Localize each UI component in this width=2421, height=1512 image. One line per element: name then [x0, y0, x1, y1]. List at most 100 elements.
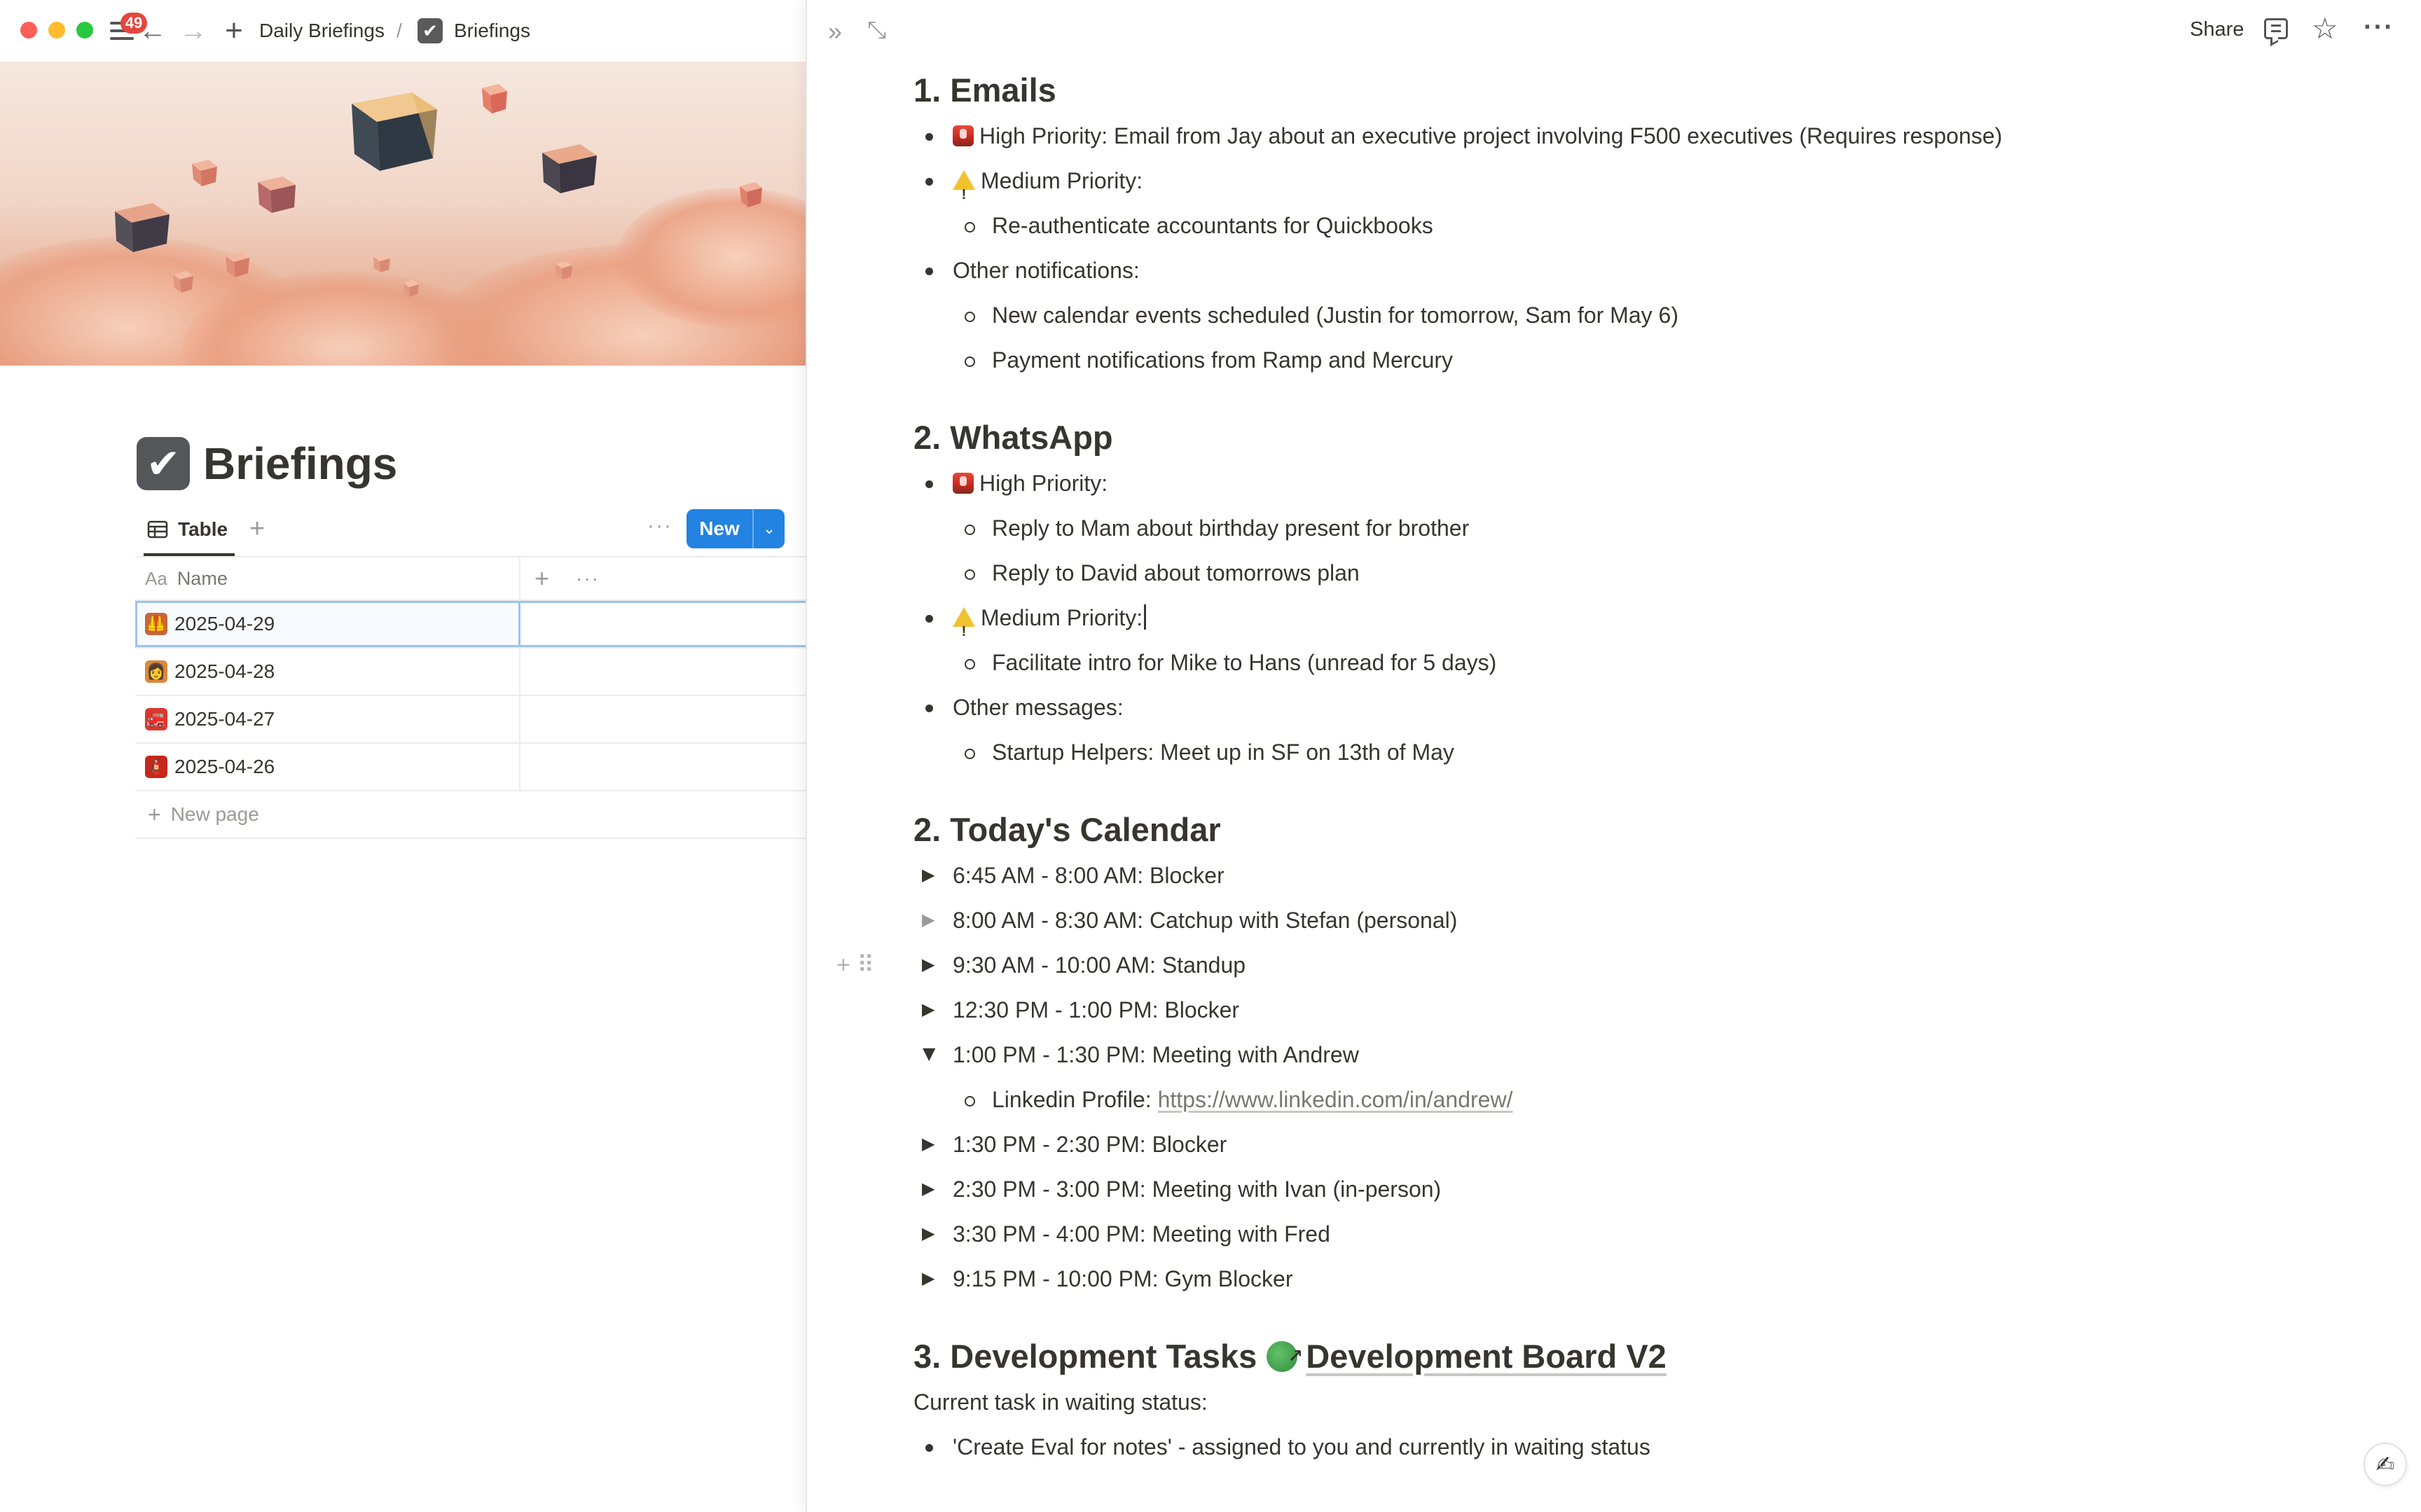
- toggle-arrow-icon[interactable]: ▶: [907, 1048, 952, 1061]
- vest-icon: 🦺: [145, 613, 167, 635]
- new-entry-button[interactable]: New ⌄: [687, 509, 785, 548]
- board-link-icon: [1267, 1333, 1303, 1379]
- table-icon: [147, 520, 168, 539]
- view-more-icon[interactable]: ···: [647, 514, 672, 538]
- table-row[interactable]: 👩 2025-04-28: [135, 649, 806, 696]
- plus-icon: +: [148, 801, 161, 827]
- toggle-item[interactable]: ▶ 8:00 AM - 8:30 AM: Catchup with Stefan …: [913, 898, 2385, 943]
- name-column-header[interactable]: Aa Name: [135, 557, 520, 599]
- back-arrow-icon[interactable]: ←: [137, 15, 168, 46]
- development-board-link[interactable]: Development Board V2: [1306, 1338, 1667, 1375]
- new-page-plus-icon[interactable]: +: [219, 13, 249, 48]
- toggle-arrow-icon[interactable]: ▶: [922, 1167, 934, 1212]
- close-peek-icon[interactable]: »: [828, 17, 842, 46]
- tab-table-view[interactable]: Table: [147, 515, 228, 543]
- ai-assistant-icon[interactable]: ✍: [2364, 1443, 2407, 1486]
- star-icon[interactable]: ☆: [2312, 11, 2338, 46]
- list-item[interactable]: Other messages:: [913, 685, 2385, 730]
- cover-image[interactable]: [0, 62, 806, 366]
- page-peek-panel: » ⤡ Share ☆ ··· 1. Emails High Priority:…: [806, 0, 2421, 1512]
- expand-icon[interactable]: ⤡: [867, 17, 886, 44]
- breadcrumb-current[interactable]: Briefings: [454, 18, 530, 43]
- toggle-arrow-icon[interactable]: ▶: [922, 853, 934, 898]
- toggle-item[interactable]: ▶ 12:30 PM - 1:00 PM: Blocker: [913, 987, 2385, 1032]
- minimize-window-button[interactable]: [48, 22, 65, 39]
- list-item[interactable]: Other notifications:: [913, 248, 2385, 293]
- row-name: 2025-04-26: [174, 756, 275, 777]
- more-options-icon[interactable]: ···: [2364, 13, 2394, 43]
- row-name-cell[interactable]: 🧯 2025-04-26: [135, 744, 520, 790]
- share-button[interactable]: Share: [2190, 18, 2244, 41]
- fire-truck-icon: 🚒: [145, 708, 167, 730]
- list-item[interactable]: Reply to David about tomorrows plan: [913, 550, 2385, 595]
- list-item[interactable]: Medium Priority:: [913, 595, 2385, 654]
- list-item[interactable]: Startup Helpers: Meet up in SF on 13th o…: [913, 730, 2385, 775]
- forward-arrow-icon[interactable]: →: [178, 15, 209, 46]
- toggle-arrow-icon[interactable]: ▶: [922, 943, 934, 987]
- database-table: Aa Name + ··· 🦺 2025-04-29 👩 2025-04-28 …: [135, 556, 806, 839]
- list-item[interactable]: Linkedin Profile: https://www.linkedin.c…: [913, 1077, 2385, 1122]
- add-view-plus-icon[interactable]: +: [249, 514, 265, 544]
- emails-heading[interactable]: 1. Emails: [913, 67, 2385, 113]
- page-title[interactable]: Briefings: [203, 433, 397, 494]
- list-item[interactable]: Re-authenticate accountants for Quickboo…: [913, 203, 2385, 248]
- list-item[interactable]: 'Create Eval for notes' - assigned to yo…: [913, 1424, 2385, 1469]
- toggle-arrow-icon[interactable]: ▶: [922, 987, 934, 1032]
- text-property-icon: Aa: [145, 567, 167, 589]
- row-name-cell[interactable]: 🦺 2025-04-29: [135, 601, 520, 647]
- table-row[interactable]: 🧯 2025-04-26: [135, 744, 806, 791]
- table-row[interactable]: 🦺 2025-04-29: [135, 601, 806, 649]
- linkedin-link[interactable]: https://www.linkedin.com/in/andrew/: [1158, 1087, 1513, 1112]
- list-item[interactable]: New calendar events scheduled (Justin fo…: [913, 293, 2385, 338]
- drag-handle-icon[interactable]: + ⠿: [836, 943, 874, 987]
- toggle-item[interactable]: ▶ 1:30 PM - 2:30 PM: Blocker: [913, 1122, 2385, 1167]
- toggle-item[interactable]: ▶ 9:15 PM - 10:00 PM: Gym Blocker: [913, 1256, 2385, 1301]
- add-property-plus-icon[interactable]: +: [534, 564, 549, 593]
- zoom-window-button[interactable]: [76, 22, 93, 39]
- dev-tasks-heading[interactable]: 3. Development TasksDevelopment Board V2: [913, 1333, 2385, 1380]
- siren-icon: [953, 125, 974, 146]
- new-button-label: New: [699, 518, 740, 539]
- name-column-label: Name: [177, 567, 228, 589]
- breadcrumb-parent[interactable]: Daily Briefings: [259, 18, 385, 43]
- new-page-label: New page: [170, 803, 259, 825]
- warning-icon: [953, 169, 975, 217]
- table-header: Aa Name + ···: [135, 556, 806, 601]
- list-item[interactable]: High Priority: Email from Jay about an e…: [913, 113, 2385, 158]
- toggle-item[interactable]: ▶ 1:00 PM - 1:30 PM: Meeting with Andrew: [913, 1032, 2385, 1077]
- comment-icon[interactable]: [2264, 18, 2288, 39]
- row-name: 2025-04-27: [174, 708, 275, 730]
- toggle-item[interactable]: ▶ 3:30 PM - 4:00 PM: Meeting with Fred: [913, 1212, 2385, 1256]
- chevron-down-icon[interactable]: ⌄: [754, 520, 785, 538]
- table-row[interactable]: 🚒 2025-04-27: [135, 696, 806, 744]
- whatsapp-heading[interactable]: 2. WhatsApp: [913, 415, 2385, 461]
- list-item[interactable]: Facilitate intro for Mike to Hans (unrea…: [913, 640, 2385, 685]
- toggle-item[interactable]: ▶ 6:45 AM - 8:00 AM: Blocker: [913, 853, 2385, 898]
- row-name-cell[interactable]: 👩 2025-04-28: [135, 649, 520, 695]
- property-more-icon[interactable]: ···: [576, 567, 600, 590]
- checkbox-page-icon: ✔: [418, 18, 443, 43]
- toggle-item[interactable]: ▶ 2:30 PM - 3:00 PM: Meeting with Ivan (i…: [913, 1167, 2385, 1212]
- row-name: 2025-04-29: [174, 613, 275, 634]
- firefighter-icon: 👩: [145, 660, 167, 683]
- fire-extinguisher-icon: 🧯: [145, 756, 167, 778]
- list-item[interactable]: Medium Priority:: [913, 158, 2385, 217]
- toggle-item[interactable]: + ⠿ ▶ 9:30 AM - 10:00 AM: Standup: [836, 943, 2385, 987]
- page-content[interactable]: 1. Emails High Priority: Email from Jay …: [836, 67, 2385, 1469]
- view-label: Table: [178, 518, 228, 540]
- toggle-arrow-icon[interactable]: ▶: [922, 1212, 934, 1256]
- row-name-cell[interactable]: 🚒 2025-04-27: [135, 696, 520, 742]
- calendar-heading[interactable]: 2. Today's Calendar: [913, 807, 2385, 853]
- list-item[interactable]: Payment notifications from Ramp and Merc…: [913, 338, 2385, 382]
- toggle-arrow-icon[interactable]: ▶: [922, 1122, 934, 1167]
- new-page-row[interactable]: + New page: [135, 791, 806, 839]
- paragraph[interactable]: Current task in waiting status:: [913, 1380, 2385, 1424]
- toggle-arrow-icon[interactable]: ▶: [922, 1256, 934, 1301]
- list-item[interactable]: Reply to Mam about birthday present for …: [913, 506, 2385, 550]
- checkbox-page-icon[interactable]: ✔: [137, 437, 190, 490]
- title-bar: 49 ← → + Daily Briefings / ✔ Briefings: [0, 0, 806, 62]
- list-item[interactable]: High Priority:: [913, 461, 2385, 506]
- toggle-arrow-icon[interactable]: ▶: [922, 898, 934, 943]
- database-pane: 49 ← → + Daily Briefings / ✔ Briefings ✔…: [0, 0, 806, 1512]
- close-window-button[interactable]: [20, 22, 37, 39]
